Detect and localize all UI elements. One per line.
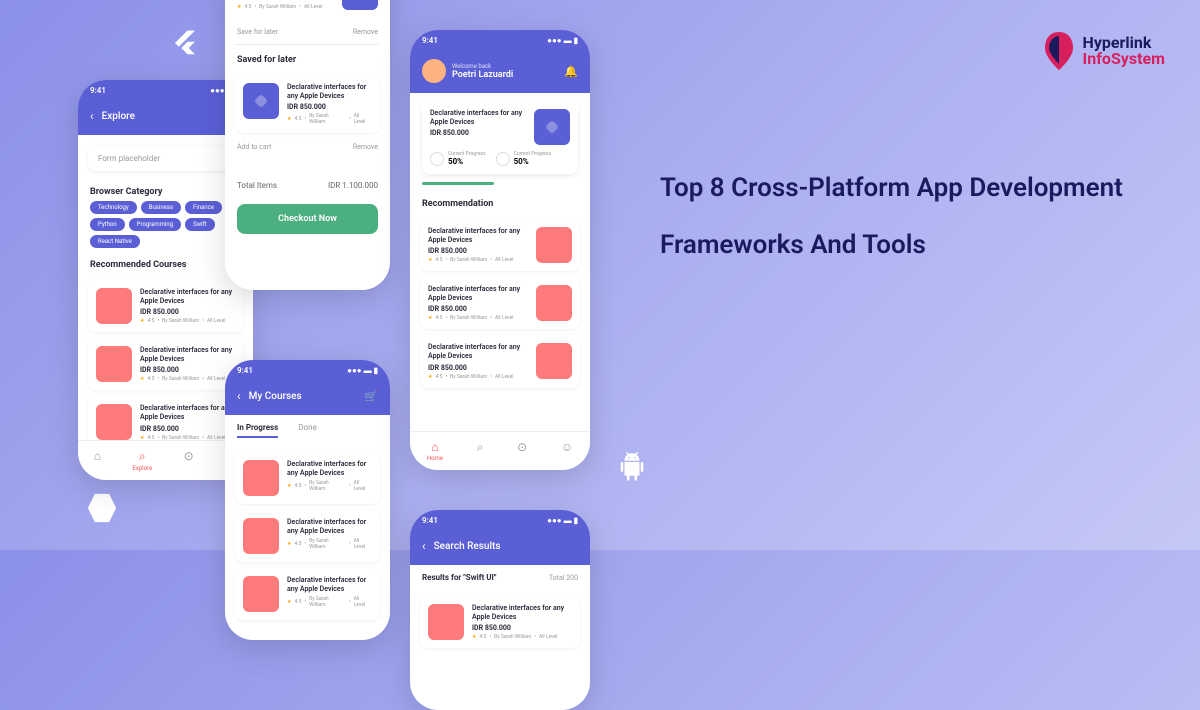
logo-mark-icon — [1041, 30, 1077, 72]
back-icon[interactable]: ‹ — [237, 389, 241, 403]
nav-explore[interactable]: ⌕Explore — [132, 449, 152, 472]
search-input[interactable]: Form placeholder⌕ — [88, 145, 243, 171]
chip-item[interactable]: Business — [141, 201, 181, 214]
play-icon: ⊙ — [184, 449, 194, 463]
course-card[interactable]: Declarative interfaces for any Apple Dev… — [235, 568, 380, 620]
course-thumb — [96, 288, 132, 324]
search-icon: ⌕ — [139, 449, 146, 464]
avatar[interactable] — [422, 59, 446, 83]
course-card[interactable]: Declarative interfaces for any Apple Dev… — [420, 335, 580, 387]
nav-home[interactable]: ⌂Home — [427, 440, 443, 462]
saved-title: Saved for later — [225, 49, 390, 69]
mockup-search-results: 9:41●●● ▬ ▮ ‹ Search Results Results for… — [410, 510, 590, 710]
chip-item[interactable]: Swift — [185, 218, 215, 231]
courses-header: ‹ My Courses 🛒 — [225, 381, 390, 415]
course-thumb — [96, 404, 132, 440]
nav-home[interactable]: ⌂ — [94, 449, 101, 472]
course-card[interactable]: Declarative interfaces for any Apple Dev… — [88, 338, 243, 390]
nav-explore[interactable]: ⌕ — [477, 440, 484, 462]
home-header: Welcome backPoetri Lazuardi 🔔 — [410, 51, 590, 93]
nav-account[interactable]: ☺ — [561, 440, 573, 462]
progress-bar — [422, 182, 494, 185]
chip-item[interactable]: React Native — [90, 235, 140, 248]
mockup-home: 9:41●●● ▬ ▮ Welcome backPoetri Lazuardi … — [410, 30, 590, 470]
nav-courses[interactable]: ⊙ — [517, 440, 527, 462]
course-card[interactable]: Declarative interfaces for any Apple Dev… — [235, 452, 380, 504]
chip-item[interactable]: Programming — [129, 218, 181, 231]
bottom-nav: ⌂Home ⌕ ⊙ ☺ — [410, 431, 590, 470]
chip-item[interactable]: Finance — [185, 201, 222, 214]
course-card[interactable]: Declarative interfaces for any Apple Dev… — [420, 277, 580, 329]
chip-item[interactable]: Technology — [90, 201, 137, 214]
xamarin-icon — [85, 491, 119, 525]
chip-item[interactable]: Python — [90, 218, 125, 231]
course-tabs: In Progress Done — [225, 415, 390, 446]
status-bar: 9:41●●● ▬ ▮ — [410, 510, 590, 531]
home-icon: ⌂ — [431, 440, 438, 454]
mockup-my-courses: 9:41●●● ▬ ▮ ‹ My Courses 🛒 In Progress D… — [225, 360, 390, 640]
course-card[interactable]: Declarative interfaces for any Apple Dev… — [235, 510, 380, 562]
header-title: Explore — [102, 111, 220, 122]
course-card[interactable]: Declarative interfaces for any Apple Dev… — [88, 280, 243, 332]
course-thumb — [243, 83, 279, 119]
course-card[interactable]: Declarative interfaces for any Apple Dev… — [420, 219, 580, 271]
page-title: Top 8 Cross-Platform App Development Fra… — [660, 160, 1140, 274]
tab-in-progress[interactable]: In Progress — [237, 423, 278, 438]
feature-card[interactable]: Declarative interfaces for any Apple Dev… — [422, 101, 578, 174]
badge-icon — [496, 152, 510, 166]
course-card[interactable]: Declarative interfaces for any Apple Dev… — [420, 596, 580, 648]
course-thumb — [96, 346, 132, 382]
remove-link[interactable]: Remove — [353, 28, 378, 36]
badge-icon — [430, 152, 444, 166]
course-thumb — [342, 0, 378, 10]
star-icon: ★ — [140, 376, 144, 382]
saved-item[interactable]: Declarative interfaces for any Apple Dev… — [235, 75, 380, 133]
android-icon — [617, 450, 647, 484]
home-icon: ⌂ — [94, 449, 101, 463]
add-cart-link[interactable]: Add to cart — [237, 143, 271, 151]
status-bar: 9:41●●● ▬ ▮ — [410, 30, 590, 51]
checkout-button[interactable]: Checkout Now — [237, 204, 378, 234]
nav-courses[interactable]: ⊙ — [184, 449, 194, 472]
remove-link[interactable]: Remove — [353, 143, 378, 151]
mockup-cart: Declarative interfaces for any Apple Dev… — [225, 0, 390, 290]
brand-logo: HyperlinkInfoSystem — [1041, 30, 1165, 72]
total-label: Total Items — [237, 181, 277, 190]
results-label: Results for "Swift UI" — [422, 573, 496, 582]
username: Poetri Lazuardi — [452, 70, 513, 80]
total-value: IDR 1.100.000 — [328, 181, 378, 190]
headline-block: Top 8 Cross-Platform App Development Fra… — [660, 160, 1140, 274]
back-icon[interactable]: ‹ — [422, 539, 426, 553]
back-icon[interactable]: ‹ — [90, 109, 94, 123]
flutter-icon — [170, 28, 200, 58]
tab-done[interactable]: Done — [298, 423, 316, 438]
save-later-link[interactable]: Save for later — [237, 28, 278, 36]
cart-item[interactable]: Declarative interfaces for any Apple Dev… — [237, 0, 378, 16]
bell-icon[interactable]: 🔔 — [564, 65, 578, 78]
status-bar: 9:41●●● ▬ ▮ — [225, 360, 390, 381]
star-icon: ★ — [140, 318, 144, 324]
results-header: ‹ Search Results — [410, 531, 590, 565]
brand-line2: InfoSystem — [1083, 51, 1165, 67]
rec-title: Recommendation — [410, 193, 590, 213]
results-count: Total 200 — [549, 574, 578, 582]
cart-icon[interactable]: 🛒 — [364, 390, 378, 403]
